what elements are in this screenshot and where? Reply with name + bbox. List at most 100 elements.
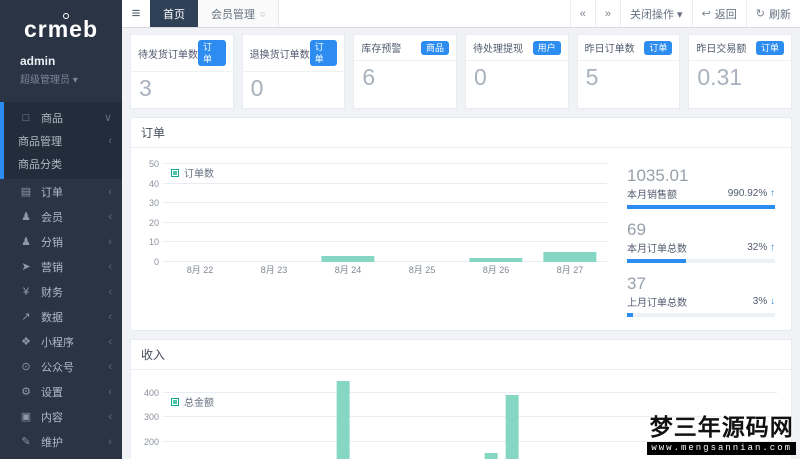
stat-card-yesterday-orders[interactable]: 昨日订单数 订单 5: [576, 34, 681, 109]
chart-bar: [336, 381, 350, 459]
user-icon: ♟: [21, 211, 31, 223]
status-badge: 商品: [420, 40, 449, 55]
document-icon: ▣: [20, 411, 32, 423]
stat-cards-row: 待发货订单数 订单 3 退换货订单数 订单 0 库存预警 商品 6 待处理提现: [130, 34, 792, 109]
chevron-left-icon: ‹: [108, 260, 112, 273]
chart-bar: [484, 452, 498, 459]
x-axis-label: 8月 26: [482, 265, 510, 275]
orders-chart-plot: 订单数 0 10 20 30 40 50: [149, 159, 607, 267]
goods-icon: □: [22, 111, 30, 124]
stat-value: 0.31: [697, 64, 743, 90]
wechat-icon: ⊙: [21, 361, 31, 373]
sidebar-item-miniprogram[interactable]: ❖ 小程序 ‹: [0, 329, 122, 354]
user-role-dropdown[interactable]: 超级管理员 ▾: [20, 71, 122, 86]
chevron-down-icon: ∨: [103, 112, 112, 124]
stat-card-returns[interactable]: 退换货订单数 订单 0: [241, 34, 346, 109]
sidebar: crmeb admin 超级管理员 ▾ □ 商品 ∨ 商品管理 ‹ 商品分类 ▤…: [0, 0, 122, 459]
chevron-left-icon: ‹: [108, 310, 112, 323]
stat-card-withdrawals[interactable]: 待处理提现 用户 0: [464, 34, 569, 109]
tab-close-icon[interactable]: ○: [260, 9, 265, 19]
watermark-text: 梦三年源码网: [649, 415, 794, 440]
sidebar-item-finance[interactable]: ¥ 财务 ‹: [0, 279, 122, 304]
chevron-left-icon: ‹: [108, 285, 112, 298]
hamburger-menu-icon[interactable]: ≡: [122, 0, 150, 27]
gridline: [163, 202, 607, 204]
x-axis-label: 8月 22: [186, 265, 214, 275]
x-axis-label: 8月 24: [334, 265, 362, 275]
x-axis-label: 8月 27: [556, 265, 584, 275]
sidebar-item-data[interactable]: ↗ 数据 ‹: [0, 304, 122, 329]
chart-bar: [321, 256, 375, 262]
sidebar-item-settings[interactable]: ⚙ 设置 ‹: [0, 379, 122, 404]
income-panel-title: 收入: [131, 340, 791, 370]
sidebar-item-product-category[interactable]: 商品分类: [4, 152, 122, 175]
chart-line-icon: ↗: [21, 311, 31, 323]
y-axis-label: 20: [148, 217, 159, 228]
stat-value: 5: [585, 64, 599, 90]
chevron-left-icon: ‹: [108, 435, 112, 448]
chevron-left-icon: ‹: [108, 385, 112, 398]
chevron-left-icon: ‹: [108, 134, 112, 147]
sidebar-item-products[interactable]: □ 商品 ∨: [4, 106, 122, 129]
sidebar-item-product-manage[interactable]: 商品管理 ‹: [4, 129, 122, 152]
chevron-left-icon: ‹: [108, 360, 112, 373]
tab-member-manage[interactable]: 会员管理 ○: [198, 0, 280, 27]
legend-swatch-icon: [171, 168, 179, 177]
y-axis-label: 400: [143, 388, 159, 399]
status-badge: 订单: [309, 40, 338, 66]
gridline: [163, 221, 607, 223]
trend-up-icon: ↑: [770, 188, 775, 199]
user-name: admin: [20, 54, 56, 68]
double-arrow-left-icon: «: [579, 7, 586, 20]
status-badge: 用户: [532, 40, 561, 55]
tabs-prev-button[interactable]: «: [569, 0, 595, 27]
sidebar-item-maintenance[interactable]: ✎ 维护 ‹: [0, 429, 122, 454]
app-root: crmeb admin 超级管理员 ▾ □ 商品 ∨ 商品管理 ‹ 商品分类 ▤…: [0, 0, 800, 459]
sidebar-item-marketing[interactable]: ➤ 营销 ‹: [0, 254, 122, 279]
refresh-button[interactable]: ↻ 刷新: [745, 0, 800, 27]
chart-legend[interactable]: 订单数: [171, 165, 214, 180]
tab-home[interactable]: 首页: [150, 0, 198, 27]
gridline: [163, 241, 607, 243]
y-axis-label: 50: [148, 158, 159, 169]
stat-value: 0: [250, 75, 264, 101]
sidebar-item-distribution[interactable]: ♟ 分销 ‹: [0, 229, 122, 254]
orders-chart-x-axis: 8月 22 8月 23 8月 24 8月 25 8月 26 8月 27: [163, 262, 607, 277]
users-icon: ♟: [21, 236, 31, 248]
sidebar-item-official-account[interactable]: ⊙ 公众号 ‹: [0, 354, 122, 379]
y-axis-label: 300: [143, 412, 159, 423]
sidebar-item-members[interactable]: ♟ 会员 ‹: [0, 204, 122, 229]
chart-bar: [505, 394, 519, 459]
user-info: admin 超级管理员 ▾: [0, 52, 122, 92]
chart-bar: [543, 252, 597, 262]
stat-value: 6: [362, 64, 376, 90]
sidebar-item-orders[interactable]: ▤ 订单 ‹: [0, 179, 122, 204]
orders-chart: 订单数 0 10 20 30 40 50 8月 22 8月 23 8月 24 8月 25 8月 2…: [137, 156, 613, 328]
sidebar-item-content[interactable]: ▣ 内容 ‹: [0, 404, 122, 429]
chart-legend[interactable]: 总金额: [171, 394, 214, 409]
back-arrow-icon: ↩: [701, 8, 711, 20]
watermark: 梦三年源码网 www.mengsannian.com: [647, 408, 796, 455]
gear-icon: ⚙: [21, 386, 31, 398]
chevron-left-icon: ‹: [108, 185, 112, 198]
stat-card-stock-warning[interactable]: 库存预警 商品 6: [353, 34, 457, 109]
back-button[interactable]: ↩ 返回: [691, 0, 746, 27]
chevron-left-icon: ‹: [108, 235, 112, 248]
sidebar-item-label: 商品: [41, 112, 63, 125]
tabs-next-button[interactable]: »: [594, 0, 620, 27]
status-badge: 订单: [755, 40, 784, 55]
progress-bar: [627, 259, 775, 263]
stat-card-pending-ship[interactable]: 待发货订单数 订单 3: [130, 34, 234, 109]
stat-card-yesterday-revenue[interactable]: 昨日交易额 订单 0.31: [688, 34, 792, 109]
close-operations-dropdown[interactable]: 关闭操作 ▾: [619, 0, 692, 27]
orders-stats-column: 1035.01 本月销售额 990.92% ↑ 69 本月订单总数 32% ↑ …: [613, 156, 781, 328]
x-axis-label: 8月 25: [408, 265, 436, 275]
y-axis-label: 0: [153, 257, 159, 267]
stat-lastmonth-orders: 37 上月订单总数 3% ↓: [627, 274, 775, 317]
gridline: [163, 392, 777, 394]
stat-value: 3: [139, 75, 152, 101]
sidebar-menu: □ 商品 ∨ 商品管理 ‹ 商品分类 ▤ 订单 ‹ ♟ 会员 ‹ ♟ 分销 ‹ …: [0, 102, 122, 459]
sidebar-item-service[interactable]: ☁ 服务管理 ‹: [0, 454, 122, 459]
wrench-icon: ✎: [21, 436, 31, 448]
